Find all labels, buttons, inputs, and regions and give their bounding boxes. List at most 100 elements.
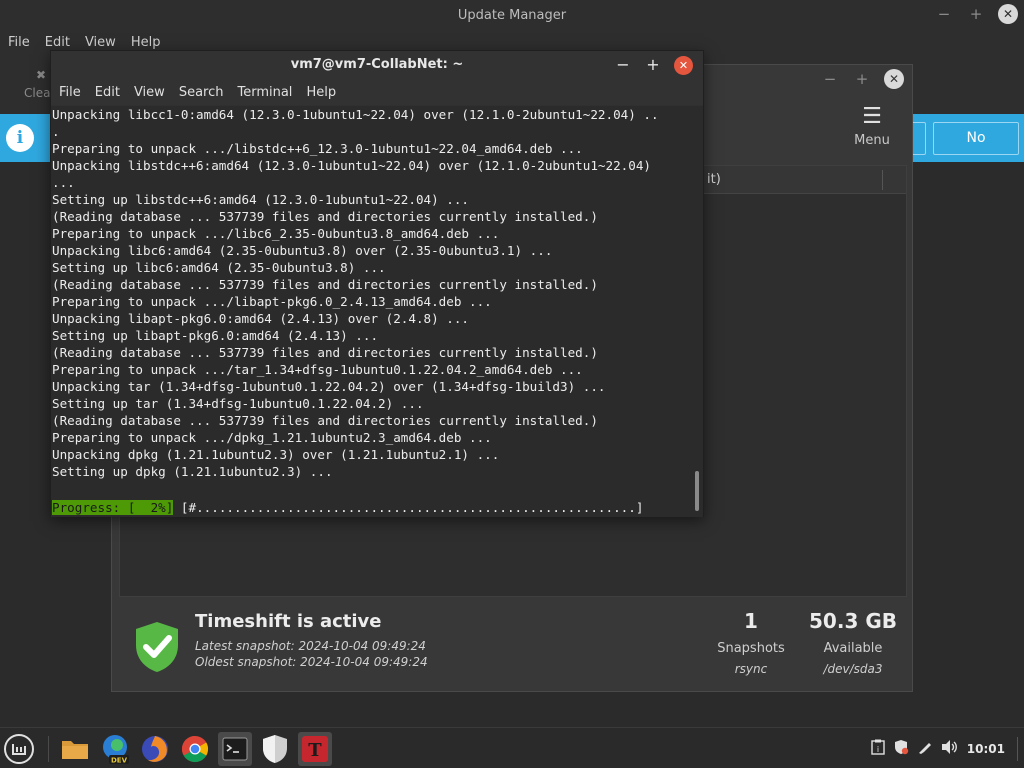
svg-text:i: i	[877, 745, 879, 754]
oldest-snapshot-text: Oldest snapshot: 2024-10-04 09:49:24	[195, 655, 428, 669]
snapshots-type: rsync	[734, 662, 768, 676]
clear-icon: ✖	[36, 68, 47, 82]
ts-maximize-button[interactable]: +	[852, 69, 872, 89]
terminal-line: Setting up libapt-pkg6.0:amd64 (2.4.13) …	[52, 328, 379, 343]
um-close-button[interactable]: ✕	[998, 4, 1018, 24]
progress-label: Progress: [ 2%]	[52, 500, 174, 515]
info-icon: i	[6, 124, 34, 152]
terminal-line: Preparing to unpack .../libstdc++6_12.3.…	[52, 141, 583, 156]
chrome-launcher[interactable]	[178, 732, 212, 766]
terminal-titlebar[interactable]: vm7@vm7-CollabNet: ~ − + ✕	[51, 51, 703, 79]
term-menu-view[interactable]: View	[134, 85, 165, 100]
shield-alert-icon	[894, 739, 908, 754]
update-tray-icon[interactable]: i	[871, 739, 885, 759]
chrome-icon	[181, 735, 209, 763]
terminal-line: ...	[52, 175, 75, 190]
terminal-launcher[interactable]	[218, 732, 252, 766]
mint-menu-button[interactable]	[2, 732, 36, 766]
terminal-line: Preparing to unpack .../dpkg_1.21.1ubunt…	[52, 430, 492, 445]
terminal-icon	[222, 737, 248, 761]
mint-menu-icon	[4, 734, 34, 764]
term-menu-search[interactable]: Search	[179, 85, 224, 100]
terminal-line: Setting up dpkg (1.21.1ubuntu2.3) ...	[52, 464, 333, 479]
clock[interactable]: 10:01	[967, 742, 1005, 756]
pen-icon	[918, 742, 931, 754]
um-menu-view[interactable]: View	[85, 35, 116, 50]
firefox-launcher[interactable]	[138, 732, 172, 766]
um-menu-edit[interactable]: Edit	[45, 35, 70, 50]
ts-menu-button[interactable]: ☰ Menu	[850, 104, 894, 149]
clipboard-icon: i	[871, 739, 885, 755]
terminal-scrollbar[interactable]	[695, 471, 699, 511]
snapshots-stat: 1 Snapshots rsync	[712, 609, 790, 676]
edge-dev-icon: DEV	[103, 735, 129, 765]
network-tray-icon[interactable]	[917, 739, 933, 759]
um-maximize-button[interactable]: +	[966, 4, 986, 24]
volume-icon	[941, 739, 957, 754]
volume-tray-icon[interactable]	[941, 739, 959, 759]
term-menu-file[interactable]: File	[59, 85, 81, 100]
system-tray: i 10:01	[871, 728, 1024, 768]
column-header-label[interactable]: it)	[707, 172, 721, 187]
terminal-minimize-button[interactable]: −	[614, 55, 632, 75]
terminal-line: Unpacking libcc1-0:amd64 (12.3.0-1ubuntu…	[52, 107, 659, 122]
hamburger-icon: ☰	[862, 104, 882, 129]
terminal-menubar: File Edit View Search Terminal Help	[51, 79, 703, 105]
available-label: Available	[823, 641, 883, 656]
ts-close-button[interactable]: ✕	[884, 69, 904, 89]
edge-dev-launcher[interactable]: DEV	[98, 732, 132, 766]
snapshots-label: Snapshots	[717, 641, 785, 656]
shield-check-icon	[136, 622, 178, 672]
terminal-maximize-button[interactable]: +	[644, 55, 662, 75]
ts-menu-label: Menu	[854, 133, 890, 148]
term-menu-help[interactable]: Help	[306, 85, 336, 100]
files-launcher[interactable]	[58, 732, 92, 766]
terminal-line: Unpacking libstdc++6:amd64 (12.3.0-1ubun…	[52, 158, 651, 173]
terminal-window-controls: − + ✕	[614, 55, 693, 75]
um-clear-button[interactable]: Clea	[24, 86, 50, 100]
update-manager-titlebar: Update Manager − + ✕	[0, 0, 1024, 30]
shield-icon	[263, 735, 287, 763]
column-divider	[882, 170, 883, 190]
taskbar-separator	[48, 736, 49, 762]
svg-text:DEV: DEV	[111, 757, 128, 765]
terminal-line: (Reading database ... 537739 files and d…	[52, 209, 598, 224]
terminal-line: Preparing to unpack .../libapt-pkg6.0_2.…	[52, 294, 492, 309]
folder-icon	[62, 741, 88, 759]
terminal-close-button[interactable]: ✕	[674, 55, 693, 75]
latest-snapshot-text: Latest snapshot: 2024-10-04 09:49:24	[195, 639, 426, 653]
terminal-line: Unpacking libc6:amd64 (2.35-0ubuntu3.8) …	[52, 243, 553, 258]
timeshift-launcher[interactable]	[258, 732, 292, 766]
update-manager-title: Update Manager	[457, 7, 567, 23]
um-menu-file[interactable]: File	[8, 35, 30, 50]
typora-icon: T	[302, 736, 328, 762]
term-menu-terminal[interactable]: Terminal	[237, 85, 292, 100]
snapshots-count: 1	[744, 609, 758, 633]
terminal-line: Unpacking tar (1.34+dfsg-1ubuntu0.1.22.0…	[52, 379, 606, 394]
apt-progress-line: Progress: [ 2%] [#......................…	[52, 499, 643, 516]
taskbar: DEV T i 10:01	[0, 727, 1024, 768]
firefox-icon	[142, 736, 168, 762]
um-minimize-button[interactable]: −	[934, 4, 954, 24]
typora-launcher[interactable]: T	[298, 732, 332, 766]
available-stat: 50.3 GB Available /dev/sda3	[804, 609, 902, 676]
terminal-window[interactable]: vm7@vm7-CollabNet: ~ − + ✕ File Edit Vie…	[50, 50, 704, 517]
timeshift-status-title: Timeshift is active	[195, 611, 382, 632]
terminal-title: vm7@vm7-CollabNet: ~	[290, 57, 464, 72]
terminal-output[interactable]: Setting up dpkg (1.21.1ubuntu2.3) ... Unp…	[51, 106, 703, 517]
ts-minimize-button[interactable]: −	[820, 69, 840, 89]
terminal-line: Setting up libc6:amd64 (2.35-0ubuntu3.8)…	[52, 260, 386, 275]
timeshift-tray-icon[interactable]	[893, 739, 909, 759]
tray-separator	[1017, 736, 1018, 761]
term-menu-edit[interactable]: Edit	[95, 85, 120, 100]
available-device: /dev/sda3	[823, 662, 883, 676]
terminal-line: Unpacking libapt-pkg6.0:amd64 (2.4.13) o…	[52, 311, 470, 326]
available-size: 50.3 GB	[809, 609, 897, 633]
svg-text:T: T	[308, 740, 322, 761]
terminal-line: Setting up libstdc++6:amd64 (12.3.0-1ubu…	[52, 192, 470, 207]
update-manager-window-controls: − + ✕	[934, 4, 1018, 24]
terminal-line: (Reading database ... 537739 files and d…	[52, 345, 598, 360]
um-menu-help[interactable]: Help	[131, 35, 161, 50]
terminal-line: (Reading database ... 537739 files and d…	[52, 413, 598, 428]
infobar-no-button[interactable]: No	[933, 122, 1019, 155]
